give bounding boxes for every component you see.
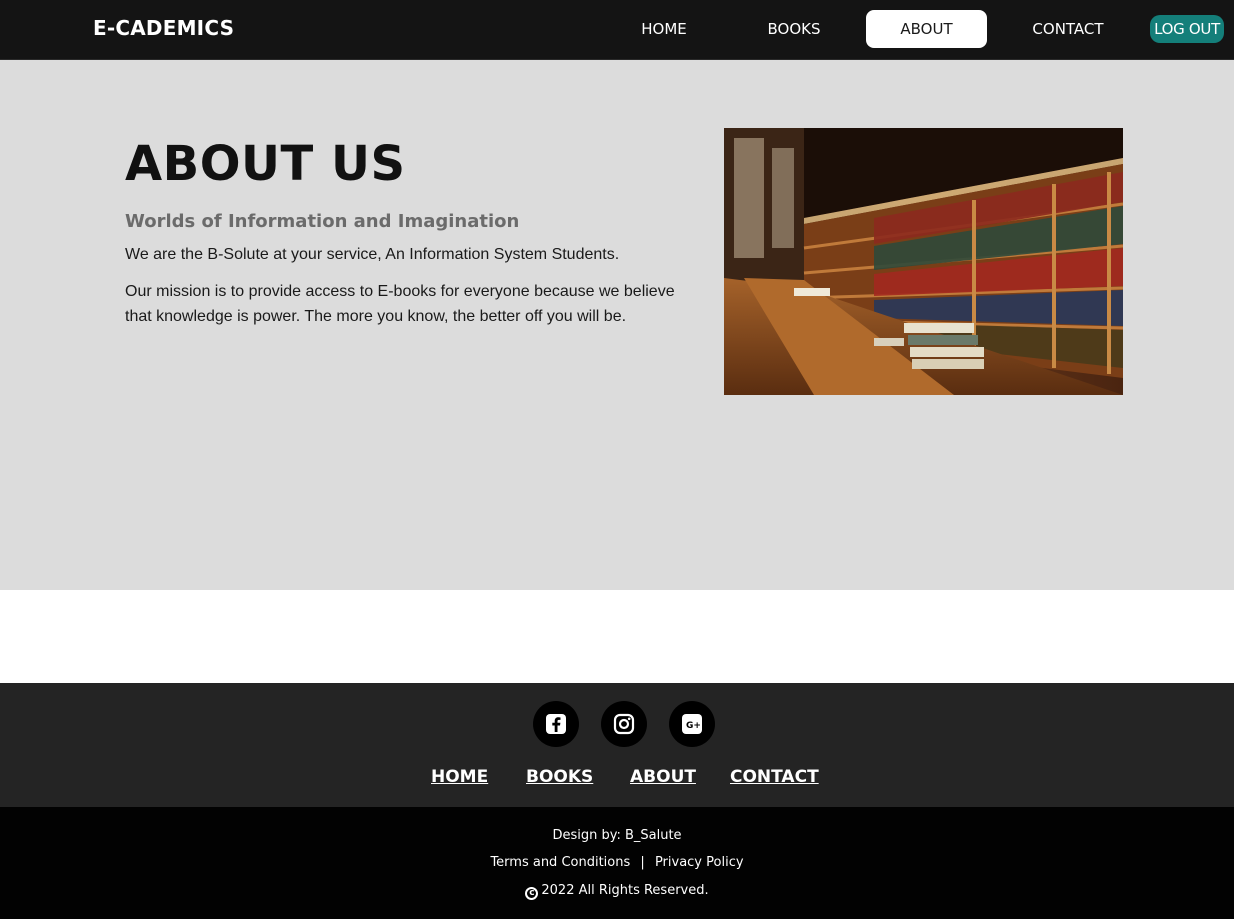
copyright-icon: c: [525, 887, 539, 900]
about-section: ABOUT US Worlds of Information and Imagi…: [0, 60, 1234, 590]
content-spacer: [0, 590, 1234, 683]
copyright-line: c 2022 All Rights Reserved.: [0, 883, 1234, 900]
logout-button[interactable]: LOG OUT: [1150, 15, 1224, 43]
legal-separator: |: [640, 855, 645, 870]
instagram-icon[interactable]: [601, 701, 647, 747]
facebook-icon[interactable]: [533, 701, 579, 747]
google-plus-icon[interactable]: G+: [669, 701, 715, 747]
about-intro-text: We are the B-Solute at your service, An …: [125, 246, 620, 263]
nav-contact-link[interactable]: CONTACT: [1018, 10, 1118, 48]
legal-links: Terms and Conditions | Privacy Policy: [0, 855, 1234, 870]
nav-home-link[interactable]: HOME: [624, 10, 704, 48]
footer-about-link[interactable]: ABOUT: [630, 767, 696, 787]
terms-link[interactable]: Terms and Conditions: [490, 855, 630, 870]
footer-contact-link[interactable]: CONTACT: [730, 767, 819, 787]
design-credit: Design by: B_Salute: [552, 828, 682, 843]
top-navbar: E-CADEMICS HOME BOOKS ABOUT CONTACT LOG …: [0, 0, 1234, 60]
library-illustration: [724, 128, 1123, 395]
footer-books-link[interactable]: BOOKS: [526, 767, 593, 787]
footer-top: G+ HOME BOOKS ABOUT CONTACT: [0, 683, 1234, 807]
footer-bottom: Design by: B_Salute Terms and Conditions…: [0, 807, 1234, 919]
privacy-link[interactable]: Privacy Policy: [655, 855, 744, 870]
footer-home-link[interactable]: HOME: [431, 767, 488, 787]
nav-about-link[interactable]: ABOUT: [866, 10, 987, 48]
page-title: ABOUT US: [125, 136, 406, 192]
about-mission-text: Our mission is to provide access to E-bo…: [125, 283, 675, 325]
brand-logo[interactable]: E-CADEMICS: [93, 16, 234, 40]
library-photo: [724, 128, 1123, 395]
about-subtitle: Worlds of Information and Imagination: [125, 211, 520, 232]
svg-text:G+: G+: [686, 721, 701, 731]
copyright-text: 2022 All Rights Reserved.: [541, 883, 709, 898]
nav-books-link[interactable]: BOOKS: [754, 10, 834, 48]
